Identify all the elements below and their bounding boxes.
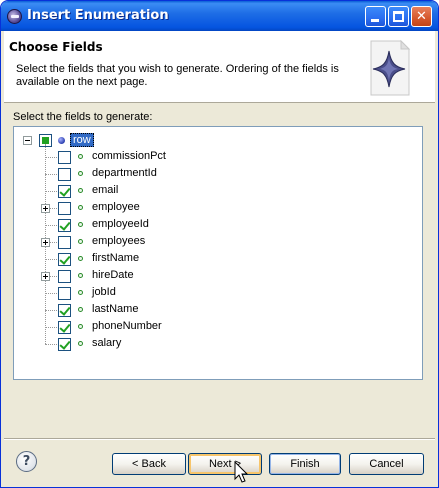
close-button[interactable]: ✕	[411, 6, 432, 27]
finish-button[interactable]: Finish	[269, 453, 341, 475]
wizard-banner: Choose Fields Select the fields that you…	[4, 31, 435, 103]
field-checkbox[interactable]	[58, 270, 71, 283]
field-icon	[78, 205, 83, 210]
maximize-button[interactable]	[388, 6, 409, 27]
tree-guide-line	[45, 157, 57, 158]
field-icon	[78, 290, 83, 295]
field-icon	[78, 273, 83, 278]
minimize-button[interactable]	[365, 6, 386, 27]
tree-guide-line	[45, 293, 57, 294]
tree-guide-line	[45, 191, 57, 192]
mouse-cursor-icon	[234, 461, 249, 483]
tree-item[interactable]: email	[14, 183, 414, 200]
row-object-icon	[58, 137, 65, 144]
field-label[interactable]: departmentId	[92, 167, 157, 179]
tree-item[interactable]: commissionPct	[14, 149, 414, 166]
next-button[interactable]: Next >	[188, 453, 262, 475]
wizard-star-icon	[370, 39, 411, 96]
maximize-icon	[393, 11, 404, 22]
field-checkbox[interactable]	[58, 168, 71, 181]
field-label[interactable]: commissionPct	[92, 150, 166, 162]
field-label[interactable]: employeeId	[92, 218, 149, 230]
field-checkbox[interactable]	[58, 253, 71, 266]
field-label[interactable]: salary	[92, 337, 121, 349]
tree-item[interactable]: lastName	[14, 302, 414, 319]
cancel-button[interactable]: Cancel	[349, 453, 424, 475]
tree-guide-line	[45, 259, 57, 260]
field-icon	[78, 307, 83, 312]
tree-item[interactable]: employee	[14, 200, 414, 217]
field-checkbox[interactable]	[58, 321, 71, 334]
eclipse-app-icon	[7, 9, 22, 24]
tree-item[interactable]: departmentId	[14, 166, 414, 183]
window-title: Insert Enumeration	[27, 8, 169, 23]
tree-item[interactable]: employees	[14, 234, 414, 251]
tree-item[interactable]: hireDate	[14, 268, 414, 285]
tree-item[interactable]: firstName	[14, 251, 414, 268]
field-icon	[78, 222, 83, 227]
insert-enumeration-dialog: Insert Enumeration ✕ Choose Fields Selec…	[0, 0, 439, 488]
field-label[interactable]: employee	[92, 201, 140, 213]
tree-guide-line	[45, 327, 57, 328]
field-icon	[78, 256, 83, 261]
fields-tree[interactable]: row commissionPct departmentId email employ…	[13, 126, 423, 380]
field-icon	[78, 171, 83, 176]
field-label[interactable]: employees	[92, 235, 145, 247]
page-description: Select the fields that you wish to gener…	[16, 63, 339, 88]
field-checkbox[interactable]	[58, 304, 71, 317]
button-bar-separator	[4, 438, 435, 440]
help-button[interactable]: ?	[16, 451, 37, 472]
page-title: Choose Fields	[9, 40, 103, 54]
field-icon	[78, 188, 83, 193]
field-checkbox[interactable]	[58, 185, 71, 198]
field-icon	[78, 341, 83, 346]
expand-icon[interactable]	[41, 272, 50, 281]
tree-label: Select the fields to generate:	[13, 111, 153, 123]
field-label[interactable]: firstName	[92, 252, 139, 264]
field-label[interactable]: phoneNumber	[92, 320, 162, 332]
tree-item[interactable]: salary	[14, 336, 414, 353]
field-icon	[78, 239, 83, 244]
tree-guide-line	[45, 344, 57, 345]
field-label[interactable]: jobId	[92, 286, 116, 298]
expand-icon[interactable]	[41, 238, 50, 247]
title-bar[interactable]: Insert Enumeration ✕	[1, 1, 438, 31]
tree-item[interactable]: employeeId	[14, 217, 414, 234]
tree-guide-line	[45, 174, 57, 175]
tree-item[interactable]: phoneNumber	[14, 319, 414, 336]
field-icon	[78, 154, 83, 159]
field-checkbox[interactable]	[58, 287, 71, 300]
field-checkbox[interactable]	[58, 219, 71, 232]
tree-guide-line	[45, 225, 57, 226]
minimize-icon	[371, 19, 379, 22]
tree-root-row[interactable]: row	[14, 132, 414, 149]
tree-item[interactable]: jobId	[14, 285, 414, 302]
field-label[interactable]: email	[92, 184, 118, 196]
tree-guide-line	[45, 310, 57, 311]
field-checkbox[interactable]	[58, 338, 71, 351]
field-checkbox[interactable]	[58, 236, 71, 249]
field-icon	[78, 324, 83, 329]
field-checkbox[interactable]	[58, 151, 71, 164]
field-label[interactable]: hireDate	[92, 269, 134, 281]
expand-icon[interactable]	[41, 204, 50, 213]
field-checkbox[interactable]	[58, 202, 71, 215]
field-label[interactable]: lastName	[92, 303, 138, 315]
root-label[interactable]: row	[70, 133, 94, 147]
collapse-icon[interactable]	[23, 136, 32, 145]
close-icon: ✕	[416, 9, 427, 24]
back-button[interactable]: < Back	[112, 453, 186, 475]
